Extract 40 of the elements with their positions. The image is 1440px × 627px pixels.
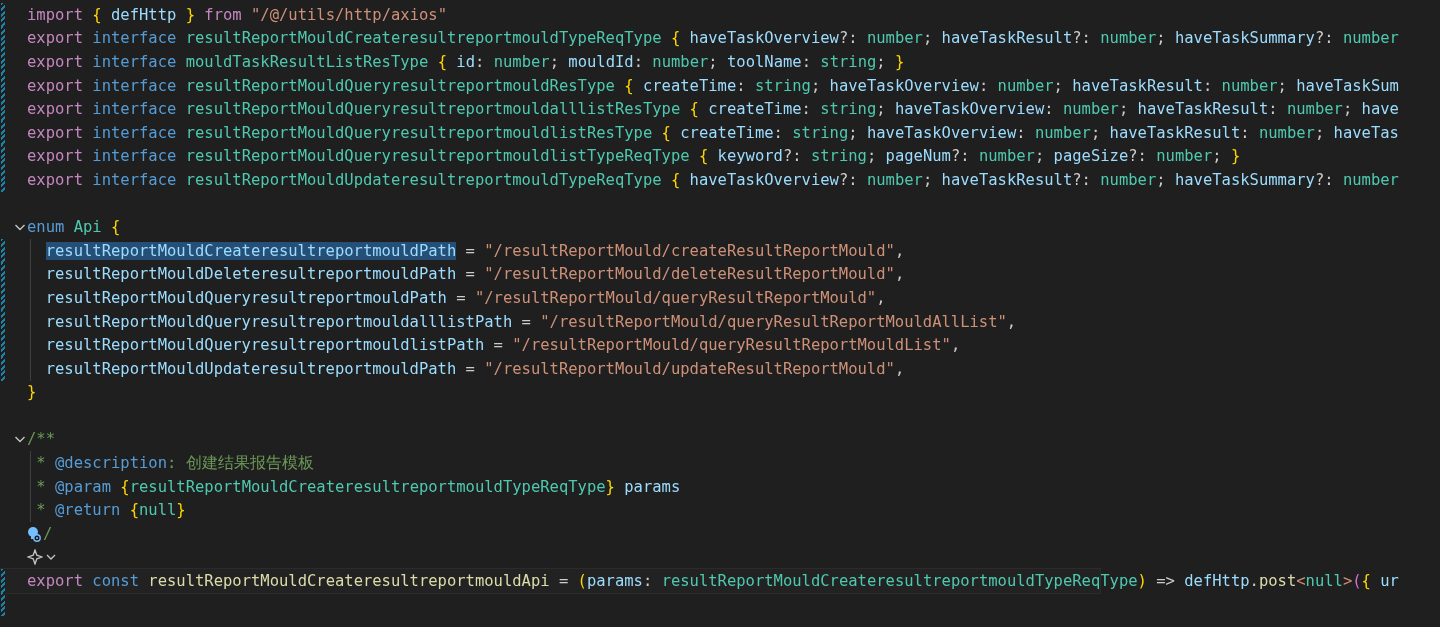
comment-line: / (43, 524, 53, 543)
code-line: export interface resultReportMouldCreateresultreportmouldTypeReqType { haveTaskOverview?: number; haveTaskResult?: number; haveTaskSummary?: number (27, 29, 1399, 48)
code-line: } (27, 383, 37, 402)
code-line: export interface mouldTaskResultListResType { id: number; mouldId: number; toolName: string; } (27, 53, 905, 71)
change-marker[interactable] (1, 309, 5, 334)
change-marker[interactable] (1, 262, 5, 287)
change-marker[interactable] (1, 97, 5, 121)
sparkle-icon[interactable] (27, 549, 43, 566)
change-marker[interactable] (1, 286, 5, 310)
change-marker[interactable] (1, 3, 5, 27)
code-line: export const resultReportMouldCreateresultreportmouldApi = (params: resultReportMouldCreateresultreportmouldTypeReqType) => defHttp.post<null>({ ur (27, 572, 1399, 591)
code-line: resultReportMouldCreateresultreportmouldPath = "/resultReportMould/createResultReportMould", (45, 241, 905, 260)
change-marker[interactable] (1, 73, 5, 98)
change-marker[interactable] (1, 168, 5, 192)
code-line: resultReportMouldQueryresultreportmouldlistPath = "/resultReportMould/queryResultReportMouldList", (45, 336, 961, 355)
change-marker[interactable] (1, 592, 5, 617)
change-marker[interactable] (1, 238, 5, 263)
code-line: export interface resultReportMouldQueryresultreportmouldalllistResType { createTime: string; haveTaskOverview: number; haveTaskResult: number; have (27, 100, 1399, 119)
change-marker[interactable] (1, 356, 5, 381)
code-line: resultReportMouldQueryresultreportmouldPath = "/resultReportMould/queryResultReportMould", (45, 288, 886, 307)
change-marker[interactable] (1, 569, 5, 593)
lightbulb-icon[interactable] (27, 525, 41, 542)
change-marker[interactable] (1, 26, 5, 51)
code-line: export interface resultReportMouldQueryresultreportmouldlistTypeReqType { keyword?: string; pageNum?: number; pageSize?: number; } (27, 147, 1241, 166)
change-marker[interactable] (1, 144, 5, 169)
comment-line: /** (27, 430, 55, 449)
code-line: export interface resultReportMouldQueryresultreportmouldlistResType { createTime: string; haveTaskOverview: number; haveTaskResult: number; haveTas (27, 123, 1399, 142)
change-marker[interactable] (1, 333, 5, 357)
comment-line: * @return {null} (35, 501, 186, 520)
change-marker[interactable] (1, 120, 5, 145)
code-line: export interface resultReportMouldQueryresultreportmouldResType { createTime: string; haveTaskOverview: number; haveTaskResult: number; haveTaskSum (27, 76, 1399, 95)
code-line: enum Api { (27, 218, 121, 237)
comment-line: * @param {resultReportMouldCreateresultreportmouldTypeReqType} params (35, 477, 681, 496)
code-line: resultReportMouldUpdateresultreportmouldPath = "/resultReportMould/updateResultReportMould", (45, 359, 905, 378)
code-line: resultReportMouldQueryresultreportmouldalllistPath = "/resultReportMould/queryResultReportMouldAllList", (45, 312, 1017, 331)
code-line: export interface resultReportMouldUpdateresultreportmouldTypeReqType { haveTaskOverview?: number; haveTaskResult?: number; haveTaskSummary?: number (27, 170, 1399, 189)
code-line: import { defHttp } from "/@/utils/http/axios" (27, 5, 447, 24)
code-line: resultReportMouldDeleteresultreportmouldPath = "/resultReportMould/deleteResultReportMould", (45, 265, 905, 284)
change-marker[interactable] (1, 50, 5, 74)
comment-line: * @description: 创建结果报告模板 (35, 452, 314, 474)
